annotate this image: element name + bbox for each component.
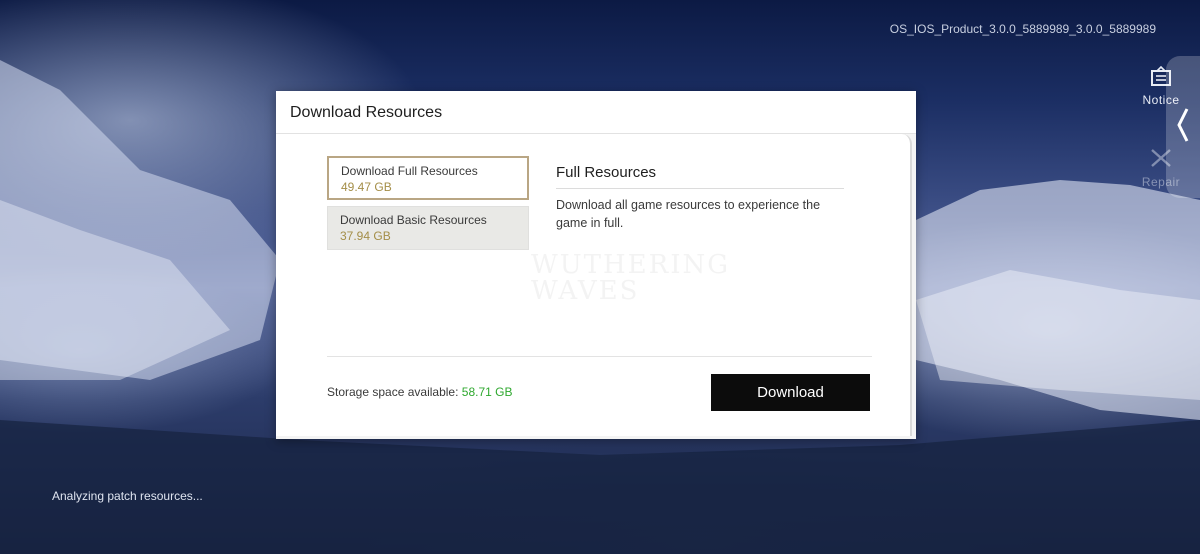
side-menu-collapse-tab[interactable] bbox=[1166, 56, 1200, 198]
download-resources-dialog: Download Resources WUTHERING WAVES Downlo… bbox=[276, 91, 916, 439]
option-full-resources[interactable]: Download Full Resources 49.47 GB bbox=[327, 156, 529, 200]
option-label: Download Basic Resources bbox=[340, 213, 487, 227]
detail-divider bbox=[556, 188, 844, 189]
option-label: Download Full Resources bbox=[341, 164, 478, 178]
footer-divider bbox=[327, 356, 872, 357]
option-size: 37.94 GB bbox=[340, 229, 391, 243]
option-size: 49.47 GB bbox=[341, 180, 392, 194]
storage-label: Storage space available: bbox=[327, 385, 459, 399]
status-text: Analyzing patch resources... bbox=[52, 489, 203, 503]
dialog-header: Download Resources bbox=[276, 91, 916, 134]
dialog-body: WUTHERING WAVES Download Full Resources 4… bbox=[276, 134, 912, 436]
dialog-title: Download Resources bbox=[290, 104, 443, 121]
storage-value: 58.71 GB bbox=[461, 385, 513, 399]
version-label: OS_IOS_Product_3.0.0_5889989_3.0.0_58899… bbox=[889, 22, 1156, 36]
download-button[interactable]: Download bbox=[711, 374, 870, 411]
detail-title: Full Resources bbox=[556, 164, 657, 181]
option-basic-resources[interactable]: Download Basic Resources 37.94 GB bbox=[327, 206, 529, 250]
detail-description: Download all game resources to experienc… bbox=[556, 198, 821, 230]
watermark-logo: WUTHERING WAVES bbox=[531, 250, 730, 306]
storage-info: Storage space available: 58.71 GB bbox=[327, 385, 512, 399]
chevron-left-icon bbox=[1175, 105, 1191, 150]
